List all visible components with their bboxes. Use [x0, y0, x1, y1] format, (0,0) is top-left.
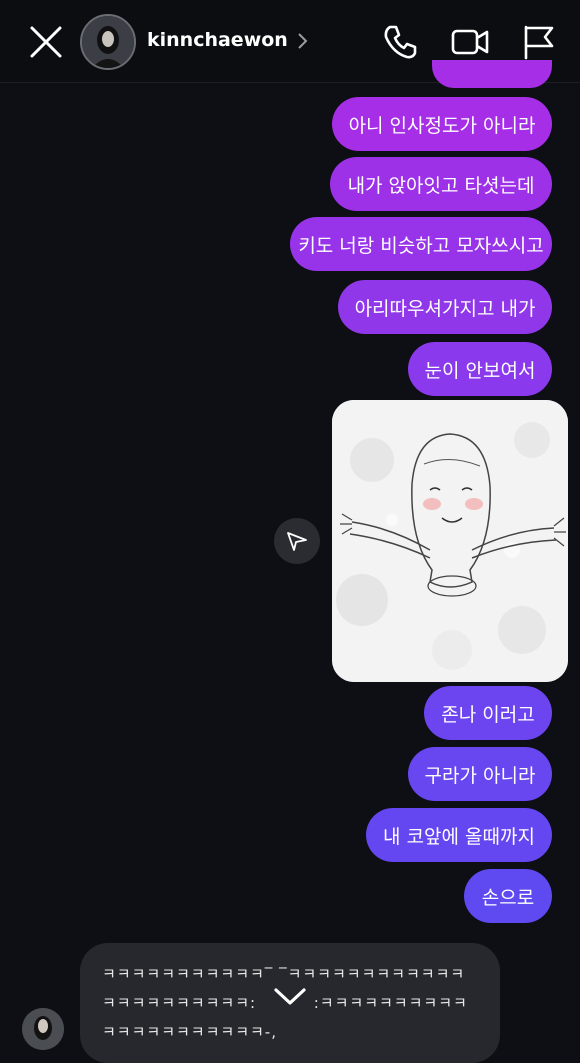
share-icon[interactable] — [274, 518, 320, 564]
flag-icon[interactable] — [520, 22, 560, 62]
phone-icon[interactable] — [380, 22, 420, 62]
message-bubble[interactable]: 키도 너랑 비슷하고 모자쓰시고 — [290, 217, 552, 271]
message-bubble[interactable]: 내가 앉아잇고 타셧는데 — [330, 157, 552, 211]
avatar[interactable] — [80, 14, 136, 70]
chevron-right-icon[interactable] — [296, 31, 310, 51]
shared-image[interactable] — [332, 400, 568, 682]
incoming-line: ㅋㅋㅋㅋㅋㅋㅋㅋㅋㅋㅋ-, — [102, 1023, 277, 1041]
message-bubble-cutoff — [432, 60, 552, 88]
message-bubble[interactable]: 구라가 아니라 — [408, 747, 552, 801]
sender-avatar[interactable] — [22, 1008, 64, 1050]
close-icon[interactable] — [26, 24, 66, 60]
message-bubble[interactable]: 아니 인사정도가 아니라 — [332, 97, 552, 151]
username[interactable]: kinnchaewon — [147, 29, 288, 51]
message-bubble[interactable]: 아리따우셔가지고 내가 — [338, 280, 552, 334]
video-call-icon[interactable] — [450, 22, 490, 62]
message-bubble[interactable]: 존나 이러고 — [424, 686, 552, 740]
message-bubble[interactable]: 손으로 — [464, 869, 552, 923]
chevron-down-icon[interactable] — [266, 974, 314, 1018]
message-bubble[interactable]: 눈이 안보여서 — [408, 342, 552, 396]
message-bubble[interactable]: 내 코앞에 올때까지 — [366, 808, 552, 862]
